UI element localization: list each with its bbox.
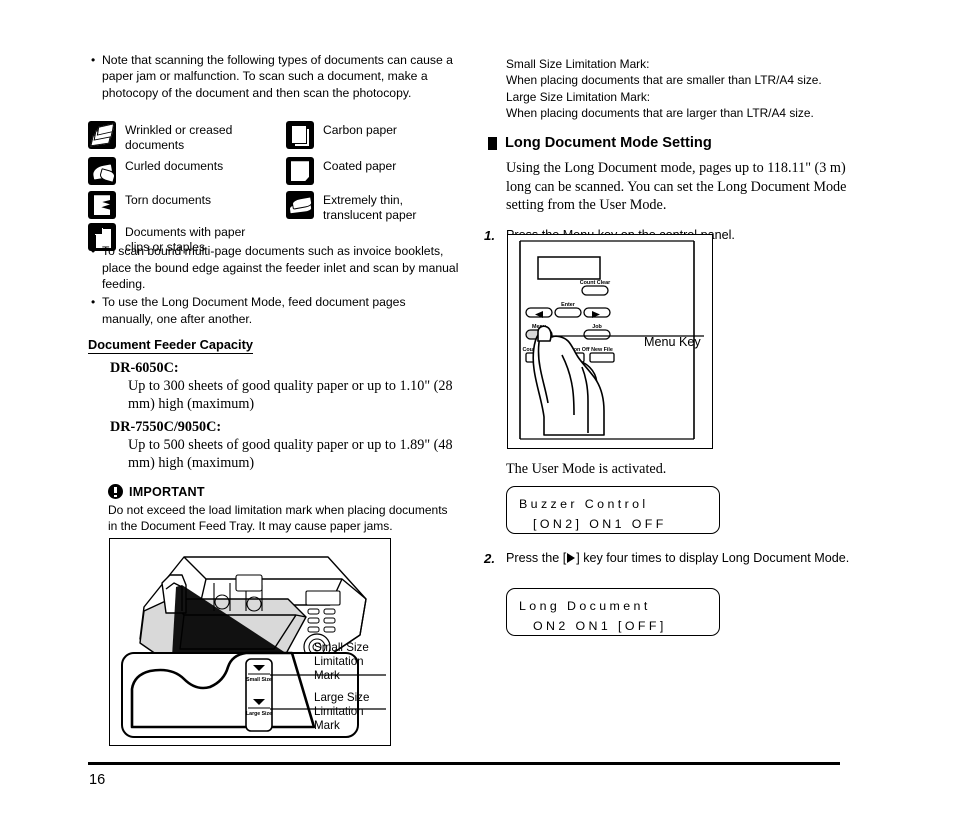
icon-label-torn: Torn documents <box>125 193 212 208</box>
important-heading: IMPORTANT <box>108 484 460 500</box>
right-arrow-key-icon <box>567 553 576 563</box>
step-2: 2. Press the [ ] key four times to displa… <box>484 550 866 567</box>
menu-key-callout-label: Menu Key <box>644 335 701 349</box>
icon-entry-coated: Coated paper <box>286 157 456 186</box>
lcd-line-1: Buzzer Control <box>519 497 649 511</box>
intro-bullet: • Note that scanning the following types… <box>88 52 460 101</box>
icon-entry-translucent: Extremely thin, translucent paper <box>286 191 458 222</box>
icon-entry-carbon: Carbon paper <box>286 121 456 150</box>
icon-entry-curled: Curled documents <box>88 157 258 186</box>
exclamation-circle-icon <box>108 484 123 500</box>
icon-label-translucent: Extremely thin, translucent paper <box>323 193 417 222</box>
page-number: 16 <box>89 772 106 788</box>
document-feeder-capacity-heading: Document Feeder Capacity <box>88 337 253 355</box>
step-1-number: 1. <box>484 227 495 243</box>
bullet-long-document-mode: • To use the Long Document Mode, feed do… <box>88 294 460 327</box>
left-column: • Note that scanning the following types… <box>88 52 460 534</box>
coated-paper-icon <box>286 157 314 186</box>
lcd-line-2: [ON2] ON1 OFF <box>533 517 667 531</box>
callout-line: Mark <box>314 669 340 682</box>
footer-rule <box>88 762 840 765</box>
model-dr7550c-9050c-description: Up to 500 sheets of good quality paper o… <box>128 437 453 472</box>
bullet-bound-documents-text: To scan bound multi-page documents such … <box>102 244 459 292</box>
icon-label-coated: Coated paper <box>323 159 397 174</box>
callout-line: Limitation <box>314 655 364 668</box>
icon-label-curled: Curled documents <box>125 159 224 174</box>
bullet-bound-documents: • To scan bound multi-page documents suc… <box>88 243 460 292</box>
important-title: IMPORTANT <box>129 484 205 499</box>
translucent-paper-icon <box>286 191 314 220</box>
svg-text:New File: New File <box>591 347 613 353</box>
step-2-text-before: Press the [ <box>506 551 567 565</box>
carbon-paper-icon <box>286 121 314 150</box>
model-dr6050c-description: Up to 300 sheets of good quality paper o… <box>128 378 453 413</box>
lcd-display-long-document: Long Document ON2 ON1 [OFF] <box>506 588 720 636</box>
wrinkled-documents-icon <box>88 121 116 150</box>
square-bullet-icon <box>488 136 497 150</box>
icon-entry-wrinkled: Wrinkled or creased documents <box>88 121 258 152</box>
lcd-display-buzzer-control: Buzzer Control [ON2] ON1 OFF <box>506 486 720 534</box>
callout-line: Mark <box>314 719 340 732</box>
svg-text:Job: Job <box>592 324 602 330</box>
right-column: Small Size Limitation Mark: When placing… <box>484 56 856 244</box>
callout-line: Limitation <box>314 705 364 718</box>
callout-small-size-limitation-mark: Small Size Limitation Mark <box>314 641 369 683</box>
user-mode-activated-note: The User Mode is activated. <box>506 461 667 477</box>
manual-page: • Note that scanning the following types… <box>0 0 954 818</box>
step-2-number: 2. <box>484 551 495 566</box>
svg-text:Small Size: Small Size <box>246 677 272 683</box>
lcd-line-1: Long Document <box>519 599 651 613</box>
callout-line: Small Size <box>314 641 369 654</box>
mark-note-large-body: When placing documents that are larger t… <box>506 105 814 120</box>
document-type-icon-grid: Wrinkled or creased documents Curled doc… <box>88 109 460 254</box>
mark-note-small-body: When placing documents that are smaller … <box>506 73 822 88</box>
mark-note-large-title: Large Size Limitation Mark: <box>506 89 651 104</box>
svg-text:Enter: Enter <box>561 302 576 308</box>
long-document-mode-setting-heading-text: Long Document Mode Setting <box>505 135 712 152</box>
step-2-text-after: ] key four times to display Long Documen… <box>576 551 850 565</box>
bullet-marker: • <box>91 244 96 259</box>
curled-documents-icon <box>88 157 116 186</box>
torn-documents-icon <box>88 191 116 220</box>
icon-entry-torn: Torn documents <box>88 191 258 220</box>
bullet-marker: • <box>91 295 96 310</box>
callout-large-size-limitation-mark: Large Size Limitation Mark <box>314 691 369 733</box>
important-notice: IMPORTANT Do not exceed the load limitat… <box>88 484 460 534</box>
svg-text:Count Clear: Count Clear <box>580 280 611 286</box>
intro-bullet-text: Note that scanning the following types o… <box>102 53 453 100</box>
model-dr7550c-9050c-label: DR-7550C/9050C: <box>110 419 222 436</box>
long-document-mode-setting-heading: Long Document Mode Setting <box>488 135 856 151</box>
lcd-line-2: ON2 ON1 [OFF] <box>533 619 667 633</box>
bullet-long-document-mode-text: To use the Long Document Mode, feed docu… <box>102 295 406 326</box>
important-body: Do not exceed the load limitation mark w… <box>108 503 448 533</box>
callout-line: Large Size <box>314 691 370 704</box>
model-dr6050c-label: DR-6050C: <box>110 360 179 377</box>
long-document-mode-intro: Using the Long Document mode, pages up t… <box>506 160 847 214</box>
bullet-marker: • <box>91 53 96 67</box>
mark-note-small-title: Small Size Limitation Mark: <box>506 57 650 71</box>
svg-text:Large Size: Large Size <box>246 711 272 717</box>
icon-label-wrinkled: Wrinkled or creased documents <box>125 123 233 152</box>
icon-label-carbon: Carbon paper <box>323 123 397 138</box>
